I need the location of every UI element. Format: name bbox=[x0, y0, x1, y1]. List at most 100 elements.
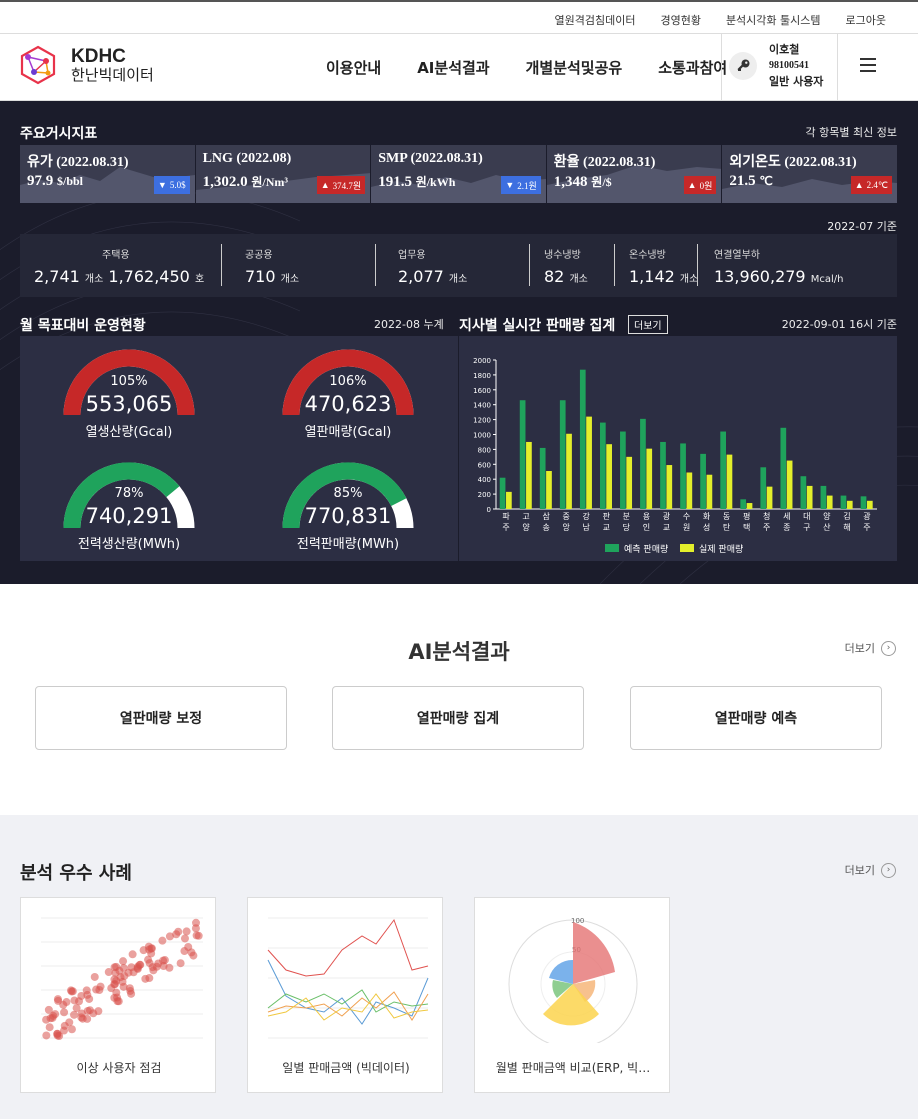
indicator-value-line: 1,302.0 원/Nm³ bbox=[203, 173, 288, 191]
x-tick-label: 삼 bbox=[542, 511, 550, 521]
realtime-title: 지사별 실시간 판매량 집계 bbox=[459, 318, 616, 334]
bar-forecast[interactable] bbox=[559, 400, 566, 509]
link-remote-metering[interactable]: 열원격검침데이터 bbox=[554, 12, 635, 28]
bar-actual[interactable] bbox=[706, 474, 713, 509]
bar-actual[interactable] bbox=[786, 460, 793, 509]
bar-forecast[interactable] bbox=[620, 431, 626, 509]
value: 2,741 bbox=[34, 267, 80, 286]
bar-forecast[interactable] bbox=[740, 499, 747, 509]
x-tick-label: 세 bbox=[783, 512, 790, 521]
scatter-dot bbox=[60, 1026, 69, 1035]
change-value: 0원 bbox=[699, 180, 713, 191]
bar-actual[interactable] bbox=[846, 500, 853, 509]
link-visualization-tool[interactable]: 분석시각화 툴시스템 bbox=[726, 12, 821, 28]
ai-more-link[interactable]: 더보기 › bbox=[845, 640, 896, 656]
bar-forecast[interactable] bbox=[820, 485, 827, 509]
x-tick-label: 남 bbox=[583, 523, 591, 532]
legend-swatch bbox=[605, 544, 619, 552]
gauge-power-sales: 85% 770,831 전력판매량(MWh) bbox=[282, 462, 462, 562]
nav-individual-analysis[interactable]: 개별분석및공유 bbox=[526, 57, 623, 78]
change-badge: ▼ 5.0$ bbox=[153, 176, 190, 194]
bar-forecast[interactable] bbox=[720, 431, 727, 509]
scatter-dot bbox=[67, 1025, 76, 1034]
bar-forecast[interactable] bbox=[700, 453, 706, 509]
bar-actual[interactable] bbox=[866, 500, 873, 509]
bar-forecast[interactable] bbox=[860, 496, 867, 509]
bar-actual[interactable] bbox=[726, 454, 733, 509]
ai-card-correction[interactable]: 열판매량 보정 bbox=[35, 686, 287, 750]
y-tick-label: 600 bbox=[478, 461, 491, 469]
bar-actual[interactable] bbox=[666, 465, 673, 509]
cases-more-link[interactable]: 더보기 › bbox=[845, 862, 896, 878]
bar-actual[interactable] bbox=[746, 503, 753, 509]
bar-forecast[interactable] bbox=[579, 369, 586, 509]
value: 1,142 bbox=[629, 267, 675, 286]
indicator-exchange-rate[interactable]: 환율 (2022.08.31) 1,348 원/$ ▲ 0원 bbox=[546, 145, 722, 203]
bar-actual[interactable] bbox=[566, 433, 572, 509]
arrow-down-icon: ▼ bbox=[157, 180, 167, 190]
facility-stats: 주택용 2,741 개소 1,762,450 호 공공용 710 개소 업무용 … bbox=[20, 234, 897, 297]
case-card-daily-sales[interactable]: 일별 판매금액 (빅데이터) bbox=[247, 897, 443, 1093]
indicator-value: 1,348 bbox=[553, 174, 588, 190]
user-role: 일반 사용자 bbox=[769, 75, 824, 88]
ai-card-aggregation[interactable]: 열판매량 집계 bbox=[332, 686, 584, 750]
bar-forecast[interactable] bbox=[840, 495, 847, 509]
bar-actual[interactable] bbox=[586, 416, 592, 509]
bar-actual[interactable] bbox=[546, 471, 552, 509]
bar-forecast[interactable] bbox=[800, 476, 807, 509]
scatter-dot bbox=[89, 1009, 98, 1018]
bar-forecast[interactable] bbox=[519, 400, 526, 509]
scatter-dot bbox=[180, 947, 189, 956]
x-tick-label: 송 bbox=[542, 523, 549, 532]
x-tick-label: 종 bbox=[783, 523, 790, 532]
indicator-smp[interactable]: SMP (2022.08.31) 191.5 원/kWh ▼ 2.1원 bbox=[371, 145, 546, 203]
legend-swatch bbox=[680, 544, 694, 552]
bar-forecast[interactable] bbox=[680, 443, 686, 509]
bar-actual[interactable] bbox=[766, 486, 773, 509]
indicator-temperature[interactable]: 외기온도 (2022.08.31) 21.5 ℃ ▲ 2.4℃ bbox=[722, 145, 897, 203]
indicator-oil[interactable]: 유가 (2022.08.31) 97.9 $/bbl ▼ 5.0$ bbox=[20, 145, 195, 203]
indicator-unit: ℃ bbox=[759, 174, 773, 188]
divider bbox=[614, 244, 615, 286]
x-tick-label: 중 bbox=[562, 512, 569, 521]
bar-actual[interactable] bbox=[686, 472, 693, 509]
bar-forecast[interactable] bbox=[640, 418, 646, 509]
bar-forecast[interactable] bbox=[780, 427, 787, 509]
hamburger-menu-icon[interactable] bbox=[860, 58, 876, 72]
change-badge: ▲ 374.7원 bbox=[316, 176, 366, 194]
bar-actual[interactable] bbox=[606, 444, 612, 509]
user-info[interactable]: 이호철 98100541 일반 사용자 bbox=[721, 34, 838, 101]
link-management-status[interactable]: 경영현황 bbox=[660, 12, 700, 28]
nav-communication[interactable]: 소통과참여 bbox=[658, 57, 727, 78]
scatter-dot bbox=[191, 924, 200, 933]
nav-usage-guide[interactable]: 이용안내 bbox=[326, 57, 381, 78]
best-cases-section: 분석 우수 사례 더보기 › 이상 사용자 점검 일별 판매금액 (빅데이터) 1… bbox=[0, 815, 918, 1119]
bar-forecast[interactable] bbox=[539, 447, 546, 509]
ai-section-title: AI분석결과 bbox=[408, 640, 510, 664]
bar-actual[interactable] bbox=[806, 485, 813, 509]
logo[interactable]: KDHC 한난빅데이터 bbox=[18, 45, 154, 85]
ai-card-forecast[interactable]: 열판매량 예측 bbox=[630, 686, 882, 750]
nav-ai-results[interactable]: AI분석결과 bbox=[417, 57, 489, 78]
divider bbox=[375, 244, 376, 286]
realtime-more-button[interactable]: 더보기 bbox=[628, 315, 668, 334]
bar-forecast[interactable] bbox=[499, 477, 506, 509]
indicator-lng[interactable]: LNG (2022.08) 1,302.0 원/Nm³ ▲ 374.7원 bbox=[195, 145, 371, 203]
link-logout[interactable]: 로그아웃 bbox=[846, 12, 886, 28]
bar-actual[interactable] bbox=[626, 456, 633, 509]
bar-actual[interactable] bbox=[506, 491, 512, 509]
bar-forecast[interactable] bbox=[660, 441, 666, 509]
legend-label: 예측 판매량 bbox=[624, 543, 668, 555]
bar-actual[interactable] bbox=[646, 448, 653, 509]
bar-forecast[interactable] bbox=[599, 422, 606, 509]
main-nav: 이용안내 AI분석결과 개별분석및공유 소통과참여 bbox=[326, 57, 763, 78]
bar-actual[interactable] bbox=[826, 495, 833, 509]
bar-actual[interactable] bbox=[526, 441, 532, 509]
case-card-monthly-comparison[interactable]: 100 50 월별 판매금액 비교(ERP, 빅… bbox=[474, 897, 670, 1093]
divider bbox=[529, 244, 530, 286]
bar-forecast[interactable] bbox=[760, 467, 767, 509]
unit: 개소 bbox=[679, 274, 699, 285]
case-card-anomaly[interactable]: 이상 사용자 점검 bbox=[20, 897, 216, 1093]
y-tick-label: 1000 bbox=[473, 432, 491, 440]
key-icon bbox=[729, 52, 757, 80]
